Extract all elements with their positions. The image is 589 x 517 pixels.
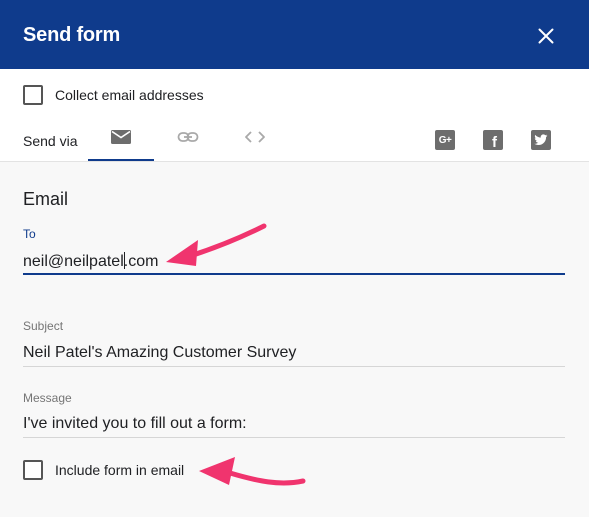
twitter-icon[interactable]	[531, 130, 551, 150]
collect-email-row: Collect email addresses	[23, 85, 204, 105]
subject-field-underline	[23, 366, 565, 367]
send-via-bar: Send via G+ f	[0, 120, 589, 161]
message-field[interactable]: I've invited you to fill out a form:	[23, 415, 247, 433]
to-field-underline	[23, 273, 565, 275]
send-form-dialog: Send form Collect email addresses Send v…	[0, 0, 589, 517]
close-icon[interactable]	[534, 24, 558, 48]
subject-field-label: Subject	[23, 319, 64, 333]
email-panel: Email To neil@neilpatel.com Subject Neil…	[0, 161, 589, 517]
email-section-title: Email	[23, 189, 69, 209]
tab-email[interactable]	[88, 120, 154, 161]
code-icon	[245, 131, 265, 143]
subject-field[interactable]: Neil Patel's Amazing Customer Survey	[23, 344, 296, 362]
link-icon	[177, 132, 199, 142]
tab-embed[interactable]	[222, 120, 288, 161]
tab-link[interactable]	[155, 120, 221, 161]
collect-email-checkbox[interactable]	[23, 85, 43, 105]
facebook-glyph: f	[492, 133, 497, 151]
envelope-icon	[111, 130, 131, 144]
dialog-title: Send form	[23, 24, 121, 46]
collect-email-label: Collect email addresses	[55, 87, 204, 103]
facebook-icon[interactable]: f	[483, 130, 503, 151]
to-field[interactable]: neil@neilpatel.com	[23, 252, 158, 271]
dialog-header: Send form	[0, 0, 589, 69]
send-via-label: Send via	[23, 133, 78, 149]
to-value-before-caret: neil@neilpatel	[23, 253, 124, 270]
to-field-label: To	[23, 227, 36, 241]
google-plus-icon[interactable]: G+	[435, 130, 455, 150]
message-field-label: Message	[23, 391, 72, 405]
twitter-bird-icon	[534, 134, 548, 146]
include-form-label: Include form in email	[55, 462, 185, 478]
message-field-underline	[23, 437, 565, 438]
include-form-checkbox[interactable]	[23, 460, 43, 480]
include-form-row: Include form in email	[23, 460, 184, 480]
to-value-after-caret: .com	[123, 253, 159, 270]
